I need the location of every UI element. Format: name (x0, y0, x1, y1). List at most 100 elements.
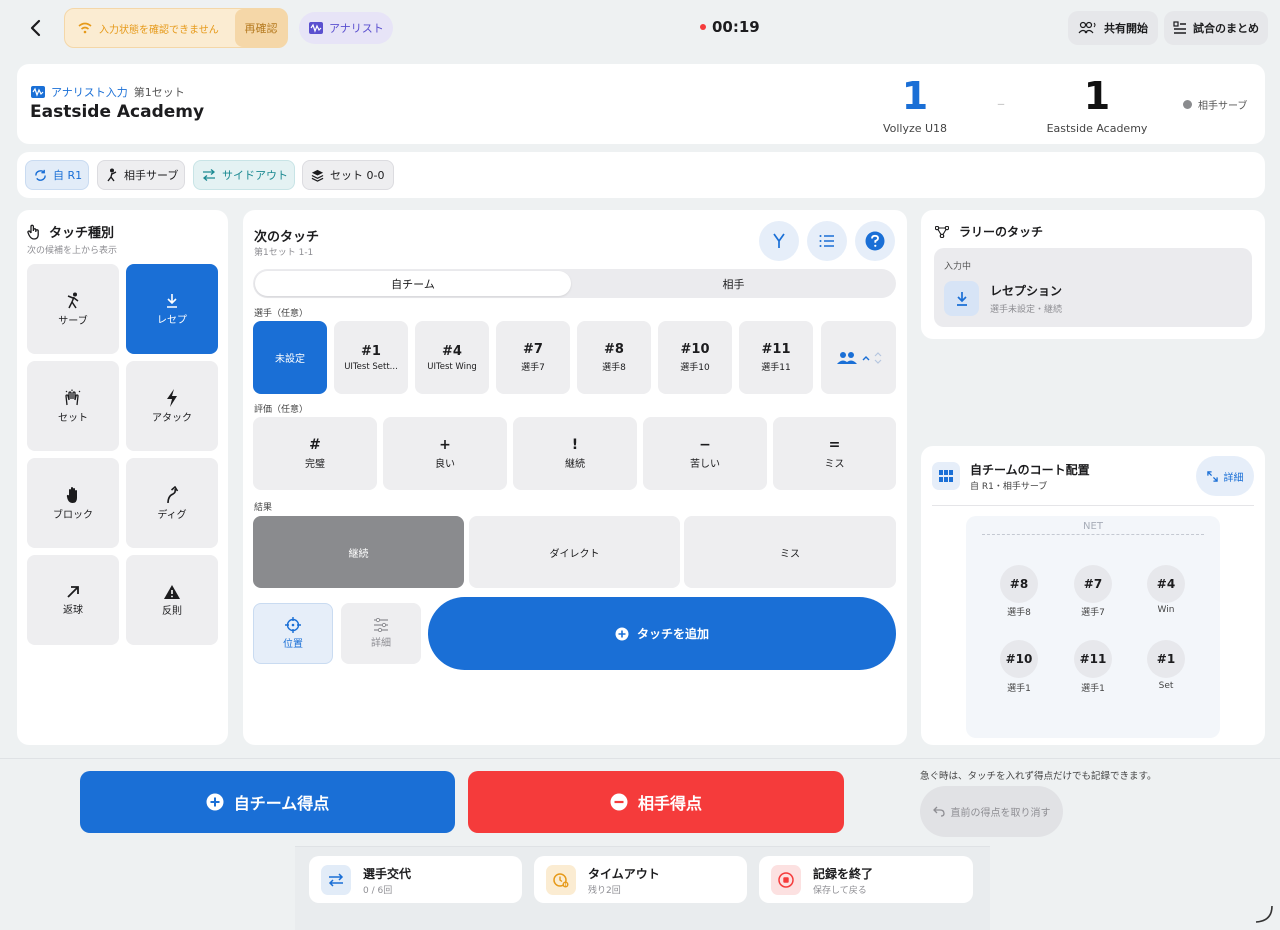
timer-text: 00:19 (712, 18, 760, 36)
away-point-button[interactable]: 相手得点 (468, 771, 844, 833)
substitution-title: 選手交代 (363, 867, 412, 881)
rating-symbol: − (699, 437, 711, 453)
bolt-icon (167, 388, 177, 407)
branch-button[interactable] (759, 221, 799, 261)
touch-type-serve[interactable]: サーブ (27, 264, 119, 354)
position-button[interactable]: 位置 (253, 603, 333, 664)
stop-icon-box (771, 865, 801, 895)
player-unset[interactable]: 未設定 (253, 321, 327, 394)
add-touch-label: タッチを追加 (636, 627, 709, 641)
users-broadcast-icon (1078, 21, 1096, 34)
rally-current-touch[interactable]: 入力中 レセプション 選手未設定・継続 (934, 248, 1252, 327)
player-number: #1 (361, 343, 381, 359)
share-label: 共有開始 (1104, 22, 1148, 35)
player-option[interactable]: #7 選手7 (496, 321, 570, 394)
touch-type-block[interactable]: ブロック (27, 458, 119, 548)
home-point-label: 自チーム得点 (233, 794, 330, 813)
touch-type-reception[interactable]: レセプ (126, 264, 218, 354)
player-option[interactable]: #1 UITest Sett... (334, 321, 408, 394)
recheck-button[interactable]: 再確認 (235, 9, 287, 47)
serve-chip[interactable]: 相手サーブ (97, 160, 185, 190)
waveform-icon (309, 22, 323, 34)
rotation-chip[interactable]: 自 R1 (25, 160, 89, 190)
tab-own-team[interactable]: 自チーム (255, 271, 571, 296)
court-player[interactable]: #8 (1000, 565, 1038, 603)
court-divider (932, 505, 1254, 506)
court-player[interactable]: #7 (1074, 565, 1112, 603)
away-score: 1 (1083, 74, 1111, 118)
detail-button[interactable]: 詳細 (341, 603, 421, 664)
wifi-warning-icon (78, 22, 92, 34)
reception-icon-box (944, 281, 979, 316)
hands-up-icon (65, 389, 81, 405)
court-player[interactable]: #1 (1147, 640, 1185, 678)
rotation-chip-label: 自 R1 (53, 169, 83, 182)
court-player-name: 選手1 (1007, 684, 1031, 694)
substitution-button[interactable]: 選手交代 0 / 6回 (309, 856, 522, 903)
undo-button[interactable]: 直前の得点を取り消す (920, 786, 1063, 837)
add-touch-button[interactable]: タッチを追加 (428, 597, 896, 670)
touch-type-label: サーブ (58, 315, 88, 327)
rally-panel: ラリーのタッチ 入力中 レセプション 選手未設定・継続 (921, 210, 1265, 339)
player-option[interactable]: #11 選手11 (739, 321, 813, 394)
player-number: #7 (523, 342, 543, 357)
rating-option[interactable]: − 苦しい (643, 417, 767, 490)
touch-type-set[interactable]: セット (27, 361, 119, 451)
touch-type-dig[interactable]: ディグ (126, 458, 218, 548)
player-option[interactable]: #10 選手10 (658, 321, 732, 394)
court-panel: 自チームのコート配置 自 R1・相手サーブ 詳細 NET #8 選手8 #7 選… (921, 446, 1265, 745)
resize-handle[interactable] (1254, 904, 1274, 924)
court-player[interactable]: #11 (1074, 640, 1112, 678)
chevron-up-icon (862, 355, 869, 360)
summary-button[interactable]: 試合のまとめ (1164, 11, 1268, 45)
rating-option[interactable]: ! 継続 (513, 417, 637, 490)
timer-icon-box (546, 865, 576, 895)
back-button[interactable] (22, 14, 48, 42)
tab-opponent[interactable]: 相手 (573, 271, 894, 296)
touch-type-attack[interactable]: アタック (126, 361, 218, 451)
team-tabs: 自チーム 相手 (253, 269, 896, 298)
touch-type-title: タッチ種別 (49, 226, 115, 241)
player-option[interactable]: #4 UITest Wing (415, 321, 489, 394)
court-title: 自チームのコート配置 (970, 463, 1090, 477)
rating-option[interactable]: = ミス (773, 417, 896, 490)
rating-option[interactable]: + 良い (383, 417, 507, 490)
chevron-left-icon (30, 19, 41, 37)
timeout-button[interactable]: タイムアウト 残り2回 (534, 856, 747, 903)
swap-icon-box (321, 865, 351, 895)
rating-symbol: ! (571, 437, 579, 453)
set-score-chip[interactable]: セット 0-0 (302, 160, 394, 190)
rating-symbol: # (309, 437, 321, 453)
clock-pause-icon (553, 873, 569, 888)
sideout-chip[interactable]: サイドアウト (193, 160, 295, 190)
touch-type-label: ブロック (53, 509, 93, 521)
court-player[interactable]: #4 (1147, 565, 1185, 603)
court-detail-label: 詳細 (1223, 472, 1244, 484)
warning-text: 入力状態を確認できません (99, 24, 219, 36)
share-button[interactable]: 共有開始 (1068, 11, 1158, 45)
list-button[interactable] (807, 221, 847, 261)
help-button[interactable] (855, 221, 895, 261)
player-name: UITest Wing (427, 361, 477, 372)
court-player-number: #11 (1079, 652, 1107, 666)
grid-icon-box (932, 462, 960, 490)
touch-type-fault[interactable]: 反則 (126, 555, 218, 645)
touch-type-return[interactable]: 返球 (27, 555, 119, 645)
court-player-number: #8 (1009, 577, 1029, 591)
nodes-icon (935, 225, 949, 238)
result-miss[interactable]: ミス (684, 516, 896, 588)
rating-text: 良い (435, 459, 455, 470)
court-detail-button[interactable]: 詳細 (1196, 456, 1254, 496)
court-player[interactable]: #10 (1000, 640, 1038, 678)
rating-option[interactable]: # 完璧 (253, 417, 377, 490)
home-point-button[interactable]: 自チーム得点 (80, 771, 455, 833)
result-continue[interactable]: 継続 (253, 516, 464, 588)
touch-type-subtitle: 次の候補を上から表示 (27, 246, 118, 256)
end-recording-button[interactable]: 記録を終了 保存して戻る (759, 856, 973, 903)
analyst-badge[interactable]: アナリスト (299, 12, 393, 44)
result-direct[interactable]: ダイレクト (469, 516, 680, 588)
tab-own-team-label: 自チーム (391, 277, 435, 291)
player-option[interactable]: #8 選手8 (577, 321, 651, 394)
player-picker-button[interactable] (821, 321, 896, 394)
analyst-input-icon (31, 86, 45, 98)
